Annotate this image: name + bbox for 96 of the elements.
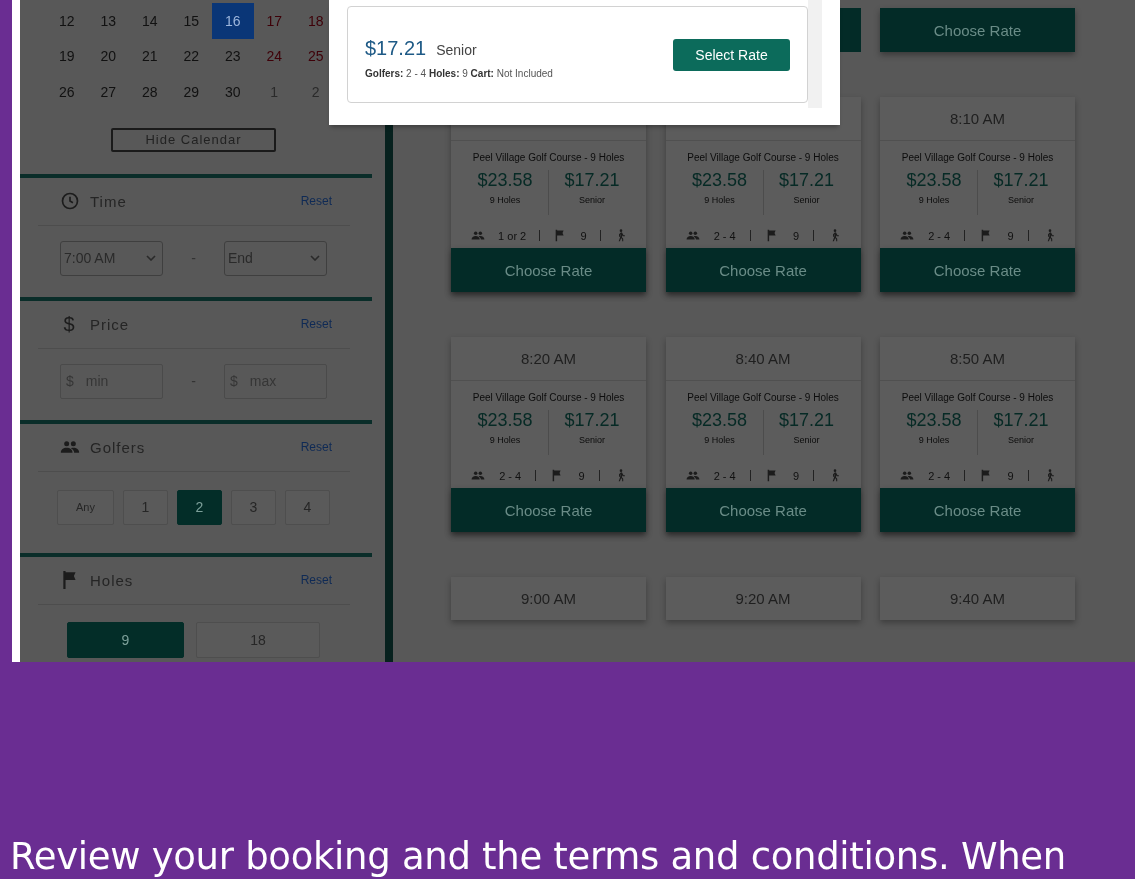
- tee-time: 8:50 AM: [949, 350, 1005, 367]
- choose-rate-button[interactable]: Choose Rate: [451, 248, 646, 292]
- calendar-day[interactable]: 21: [129, 38, 171, 74]
- rate-price: $23.58: [691, 410, 748, 431]
- golfers-count: 2 - 4: [928, 229, 951, 242]
- holes-count: 9: [1007, 469, 1014, 482]
- rate-label: 9 Holes: [918, 435, 950, 445]
- calendar-day[interactable]: 20: [87, 38, 129, 74]
- people-icon: [900, 229, 914, 242]
- calendar-day[interactable]: 23: [212, 38, 254, 74]
- tee-time: 9:00 AM: [520, 590, 576, 607]
- tee-time: 9:40 AM: [949, 590, 1005, 607]
- course-name: Peel Village Golf Course - 9 Holes: [686, 391, 840, 405]
- choose-rate-button[interactable]: Choose Rate: [665, 248, 861, 292]
- tee-time: 8:40 AM: [735, 350, 791, 367]
- people-icon: [900, 469, 914, 482]
- calendar-day[interactable]: 16: [212, 3, 254, 39]
- rate-label: Senior: [579, 435, 605, 445]
- reset-link[interactable]: Reset: [300, 573, 332, 587]
- calendar-day[interactable]: 30: [212, 74, 254, 110]
- golfers-count: 2 - 4: [499, 469, 522, 482]
- rate-label: 9 Holes: [918, 195, 950, 205]
- reset-link[interactable]: Reset: [300, 194, 332, 208]
- people-icon: [685, 469, 700, 482]
- rate-price: $17.21: [778, 170, 835, 191]
- golfers-count: 2 - 4: [928, 469, 951, 482]
- golfers-count: 2 - 4: [713, 469, 736, 482]
- tee-time: 8:20 AM: [520, 350, 576, 367]
- rate-label: Senior: [1008, 195, 1034, 205]
- rate-price: $17.21: [993, 410, 1049, 431]
- course-name: Peel Village Golf Course - 9 Holes: [686, 151, 840, 165]
- calendar-day[interactable]: 14: [129, 3, 171, 39]
- choose-rate-button[interactable]: Choose Rate: [880, 488, 1075, 532]
- rate-price: $23.58: [477, 170, 533, 191]
- people-icon: [685, 229, 700, 242]
- calendar-day[interactable]: 19: [46, 38, 88, 74]
- people-icon: [471, 229, 485, 242]
- rate-price: $23.58: [906, 410, 962, 431]
- rate-details: Golfers: 2 - 4 Holes: 9 Cart: Not Included: [365, 67, 554, 79]
- reset-link[interactable]: Reset: [300, 440, 332, 454]
- rate-label: 9 Holes: [489, 195, 521, 205]
- people-icon: [471, 469, 485, 482]
- course-name: Peel Village Golf Course - 9 Holes: [471, 391, 626, 405]
- rate-label: Senior: [436, 41, 477, 58]
- choose-rate-button[interactable]: Choose Rate: [665, 488, 861, 532]
- rate-price: $23.58: [906, 170, 962, 191]
- reset-link[interactable]: Reset: [300, 317, 332, 331]
- calendar-day[interactable]: 22: [170, 38, 212, 74]
- select-rate-button[interactable]: Select Rate: [673, 38, 790, 71]
- clock-icon: [60, 191, 80, 211]
- golfers-option[interactable]: 2: [177, 489, 222, 525]
- tee-time: 8:10 AM: [949, 110, 1005, 127]
- course-name: Peel Village Golf Course - 9 Holes: [471, 151, 626, 165]
- rate-price: $17.21: [993, 170, 1049, 191]
- rate-label: Senior: [579, 195, 605, 205]
- calendar-day[interactable]: 24: [253, 38, 295, 74]
- rate-label: Senior: [793, 435, 820, 445]
- course-name: Peel Village Golf Course - 9 Holes: [900, 391, 1055, 405]
- calendar-day[interactable]: 26: [46, 74, 88, 110]
- calendar-day[interactable]: 17: [253, 3, 295, 39]
- rate-label: 9 Holes: [704, 435, 735, 445]
- range-separator: -: [190, 373, 197, 389]
- chevron-down-icon: [146, 255, 156, 261]
- rate-label: 9 Holes: [704, 195, 735, 205]
- holes-count: 9: [793, 469, 800, 482]
- calendar-day[interactable]: 28: [129, 74, 171, 110]
- golfers-count: 2 - 4: [713, 229, 736, 242]
- rate-price: $23.58: [691, 170, 748, 191]
- course-name: Peel Village Golf Course - 9 Holes: [900, 151, 1055, 165]
- holes-count: 9: [580, 229, 587, 242]
- calendar-day[interactable]: 27: [87, 74, 129, 110]
- choose-rate-button[interactable]: Choose Rate: [451, 488, 646, 532]
- choose-rate-button[interactable]: Choose Rate: [880, 248, 1075, 292]
- golfers-count: 1 or 2: [498, 229, 527, 242]
- calendar-day[interactable]: 13: [87, 3, 129, 39]
- holes-count: 9: [1007, 229, 1014, 242]
- rate-label: Senior: [793, 195, 820, 205]
- range-separator: -: [190, 250, 197, 266]
- calendar-day[interactable]: 12: [46, 3, 88, 39]
- calendar-day[interactable]: 29: [170, 74, 212, 110]
- caption-text: Review your booking and the terms and conditions. When: [9, 834, 1067, 878]
- holes-count: 9: [793, 229, 800, 242]
- rate-price: $17.21: [564, 170, 620, 191]
- rate-price: $23.58: [477, 410, 533, 431]
- choose-rate-button[interactable]: Choose Rate: [880, 8, 1075, 52]
- rate-price: $17.21: [365, 36, 427, 59]
- holes-option[interactable]: 9: [67, 621, 184, 658]
- chevron-down-icon: [310, 255, 320, 261]
- calendar-day[interactable]: 15: [170, 3, 212, 39]
- rate-price: $17.21: [778, 410, 835, 431]
- tee-time: 9:20 AM: [735, 590, 791, 607]
- rate-price: $17.21: [564, 410, 620, 431]
- holes-count: 9: [578, 469, 585, 482]
- rate-label: 9 Holes: [489, 435, 521, 445]
- dollar-icon: $: [60, 312, 78, 336]
- rate-label: Senior: [1008, 435, 1034, 445]
